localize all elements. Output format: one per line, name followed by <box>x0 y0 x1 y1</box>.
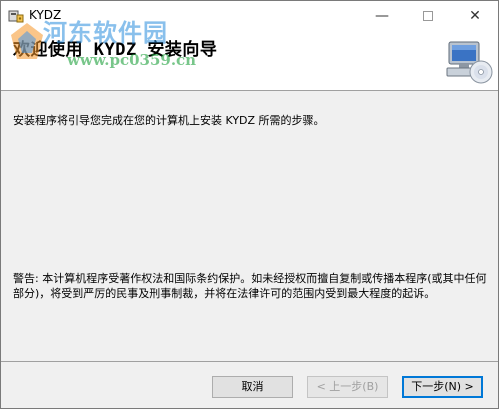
close-icon: ✕ <box>469 8 481 24</box>
cancel-button[interactable]: 取消 <box>212 376 293 398</box>
installer-app-icon <box>8 10 24 23</box>
wizard-footer: 取消 < 上一步(B) 下一步(N) > <box>1 361 498 408</box>
intro-text: 安装程序将引导您完成在您的计算机上安装 KYDZ 所需的步骤。 <box>13 114 325 127</box>
minimize-button[interactable]: — <box>359 1 405 31</box>
installer-window: KYDZ — ✕ 欢迎使用 KYDZ 安装向导 河东软件园 www.pc0359… <box>0 0 499 409</box>
minimize-icon: — <box>375 8 389 24</box>
maximize-icon <box>423 11 433 21</box>
maximize-button[interactable] <box>405 1 451 31</box>
title-bar[interactable]: KYDZ — ✕ <box>1 1 498 31</box>
back-button[interactable]: < 上一步(B) <box>307 376 388 398</box>
copyright-warning: 警告: 本计算机程序受著作权法和国际条约保护。如未经授权而擅自复制或传播本程序(… <box>13 272 487 300</box>
window-title: KYDZ <box>29 8 62 22</box>
wizard-heading: 欢迎使用 KYDZ 安装向导 <box>13 40 218 60</box>
wizard-header: 欢迎使用 KYDZ 安装向导 <box>1 31 498 91</box>
next-button[interactable]: 下一步(N) > <box>402 376 483 398</box>
computer-cd-icon <box>446 41 493 84</box>
close-button[interactable]: ✕ <box>452 1 498 31</box>
